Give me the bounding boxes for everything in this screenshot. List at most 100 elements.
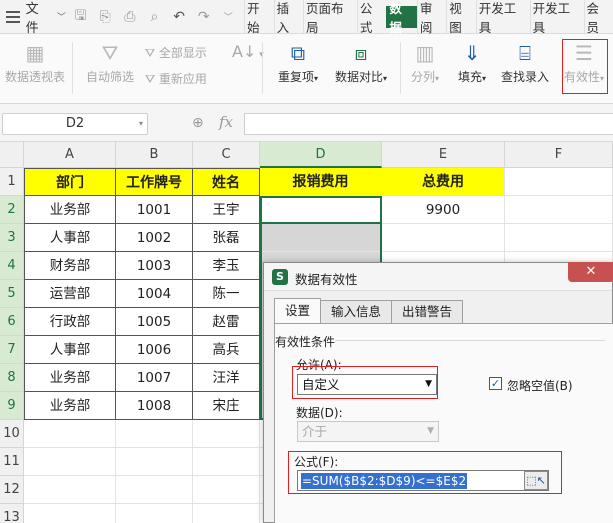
save-icon[interactable]: 🖫: [71, 7, 91, 27]
menu-tab[interactable]: 数据: [386, 1, 417, 35]
row-header-5[interactable]: 5: [0, 280, 24, 308]
menu-tab[interactable]: 公式: [356, 0, 386, 35]
cell-d1[interactable]: 报销费用: [260, 168, 382, 196]
cell-a11[interactable]: [24, 448, 116, 476]
sort-button[interactable]: A↓ ▾: [232, 42, 264, 61]
find-entry-button[interactable]: ⌸ 查找录入: [498, 42, 552, 85]
cell-f2[interactable]: [505, 196, 613, 224]
cell-b12[interactable]: [116, 476, 193, 504]
autofilter-button[interactable]: ⛛ 自动筛选: [84, 42, 136, 85]
row-header-3[interactable]: 3: [0, 224, 24, 252]
data-compare-button[interactable]: ⧈ 数据对比▾: [330, 42, 392, 85]
column-header-e[interactable]: E: [382, 142, 505, 168]
cell-c10[interactable]: [193, 420, 260, 448]
row-header-12[interactable]: 12: [0, 476, 24, 504]
cell-a12[interactable]: [24, 476, 116, 504]
cell-b8[interactable]: 1007: [116, 364, 193, 392]
cell-a2[interactable]: 业务部: [24, 196, 116, 224]
cell-c6[interactable]: 赵雷: [193, 308, 260, 336]
menu-tab[interactable]: 开发工具: [529, 0, 584, 35]
print-icon[interactable]: ⎙: [120, 7, 140, 27]
menu-tab[interactable]: 会员: [583, 0, 613, 35]
row-header-7[interactable]: 7: [0, 336, 24, 364]
menu-tab[interactable]: 页面布局: [303, 0, 357, 35]
close-icon[interactable]: ✕: [568, 262, 613, 282]
show-all-button[interactable]: ⛛ 全部显示: [145, 44, 207, 61]
row-header-11[interactable]: 11: [0, 448, 24, 476]
formula-input[interactable]: [244, 113, 613, 135]
column-header-f[interactable]: F: [505, 142, 613, 168]
cell-b4[interactable]: 1003: [116, 252, 193, 280]
more-icon[interactable]: ﹀: [219, 7, 239, 27]
cell-a7[interactable]: 人事部: [24, 336, 116, 364]
cell-b10[interactable]: [116, 420, 193, 448]
file-menu[interactable]: 文件 ﹀: [0, 0, 66, 36]
row-header-10[interactable]: 10: [0, 420, 24, 448]
duplicates-button[interactable]: ⧉ 重复项▾: [272, 42, 324, 85]
zoom-icon[interactable]: ⊕: [192, 115, 204, 131]
name-box[interactable]: D2 ▾: [2, 113, 148, 135]
menu-tab[interactable]: 视图: [446, 0, 475, 35]
row-header-13[interactable]: 13: [0, 504, 24, 523]
pivot-table-button[interactable]: ▦ 数据透视表: [4, 42, 66, 85]
cell-b2[interactable]: 1001: [116, 196, 193, 224]
cell-e1[interactable]: 总费用: [382, 168, 505, 196]
row-header-9[interactable]: 9: [0, 392, 24, 420]
cell-a4[interactable]: 财务部: [24, 252, 116, 280]
ignore-blank-checkbox[interactable]: ✓: [489, 377, 502, 390]
cell-b7[interactable]: 1006: [116, 336, 193, 364]
cell-b6[interactable]: 1005: [116, 308, 193, 336]
data-select[interactable]: 介于 ▼: [297, 421, 439, 442]
fill-button[interactable]: ⇓ 填充▾: [452, 42, 492, 85]
cell-b9[interactable]: 1008: [116, 392, 193, 420]
dialog-titlebar[interactable]: S 数据有效性 ✕: [264, 262, 613, 291]
row-header-6[interactable]: 6: [0, 308, 24, 336]
row-header-1[interactable]: 1: [0, 168, 24, 196]
print-preview-icon[interactable]: ⌕: [145, 7, 165, 27]
cell-c5[interactable]: 陈一: [193, 280, 260, 308]
tab-error-alert[interactable]: 出错警告: [391, 300, 464, 323]
cell-a3[interactable]: 人事部: [24, 224, 116, 252]
share-icon[interactable]: ⎘: [95, 7, 115, 27]
tab-settings[interactable]: 设置: [274, 298, 322, 323]
cell-c9[interactable]: 宋庄: [193, 392, 260, 420]
row-header-8[interactable]: 8: [0, 364, 24, 392]
range-select-icon[interactable]: ⬚↖: [524, 471, 548, 490]
column-header-c[interactable]: C: [193, 142, 260, 168]
column-header-d[interactable]: D: [260, 142, 382, 168]
cell-c1[interactable]: 姓名: [193, 168, 260, 196]
cell-b13[interactable]: [116, 504, 193, 523]
select-all-corner[interactable]: [0, 142, 24, 168]
menu-tab[interactable]: 开发工具: [475, 0, 530, 35]
cell-a10[interactable]: [24, 420, 116, 448]
cell-c2[interactable]: 王宇: [193, 196, 260, 224]
cell-c4[interactable]: 李玉: [193, 252, 260, 280]
cell-a6[interactable]: 行政部: [24, 308, 116, 336]
column-header-a[interactable]: A: [24, 142, 116, 168]
undo-icon[interactable]: ↶: [169, 7, 189, 27]
cell-b5[interactable]: 1004: [116, 280, 193, 308]
reapply-button[interactable]: ⛛ 重新应用: [145, 70, 207, 87]
menu-tab[interactable]: 插入: [273, 0, 303, 35]
cell-a8[interactable]: 业务部: [24, 364, 116, 392]
split-column-button[interactable]: ▥ 分列▾: [405, 42, 445, 85]
cell-a9[interactable]: 业务部: [24, 392, 116, 420]
cell-b11[interactable]: [116, 448, 193, 476]
row-header-2[interactable]: 2: [0, 196, 24, 224]
cell-c3[interactable]: 张磊: [193, 224, 260, 252]
menu-tab[interactable]: 审阅: [416, 0, 446, 35]
menu-tab[interactable]: 开始: [244, 0, 273, 35]
cell-b3[interactable]: 1002: [116, 224, 193, 252]
cell-b1[interactable]: 工作牌号: [116, 168, 193, 196]
cell-c8[interactable]: 汪洋: [193, 364, 260, 392]
cell-c11[interactable]: [193, 448, 260, 476]
column-header-b[interactable]: B: [116, 142, 193, 168]
tab-input-message[interactable]: 输入信息: [320, 300, 393, 323]
cell-c12[interactable]: [193, 476, 260, 504]
cell-f3[interactable]: [505, 224, 613, 252]
cell-c7[interactable]: 高兵: [193, 336, 260, 364]
validation-formula-input[interactable]: =SUM($B$2:$D$9)<=$E$2 ⬚↖: [297, 470, 549, 491]
redo-icon[interactable]: ↷: [194, 7, 214, 27]
cell-e3[interactable]: [382, 224, 505, 252]
cell-a1[interactable]: 部门: [24, 168, 116, 196]
